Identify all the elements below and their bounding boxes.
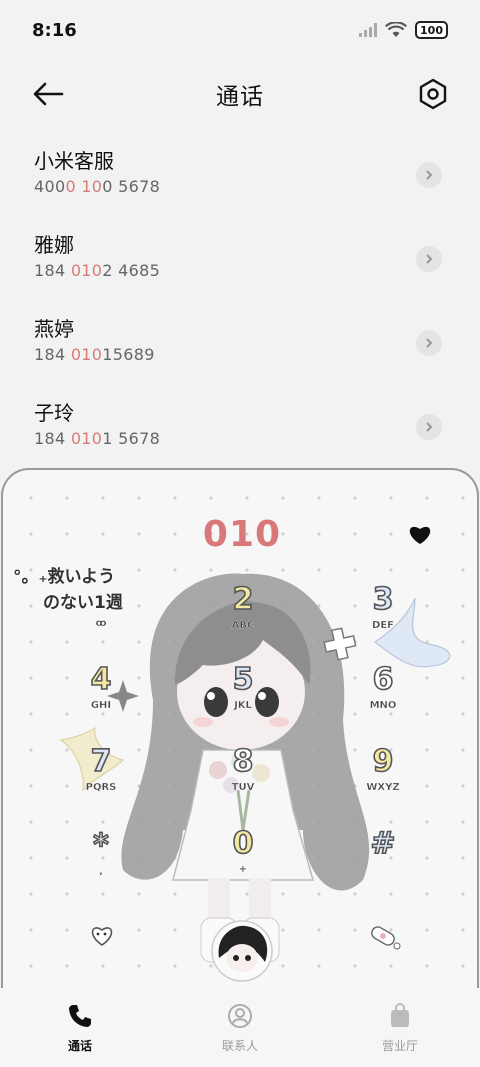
contact-name: 子玲 [34, 401, 74, 425]
call-button-avatar-icon[interactable] [209, 918, 275, 984]
contact-list: 小米客服 4000 100 5678 雅娜 184 0102 4685 燕婷 1… [0, 130, 480, 466]
contact-item[interactable]: 雅娜 184 0102 4685 [0, 214, 480, 298]
dialpad-panel: 010 °。₊救いよう のない1週 ꝏ 2 ABC 3 DEF 4 GHI 5 … [1, 468, 479, 1008]
key-5[interactable]: 5 JKL [203, 661, 283, 734]
contact-number: 184 01015689 [34, 345, 155, 364]
contact-item[interactable]: 燕婷 184 01015689 [0, 298, 480, 382]
nav-tab-store[interactable]: 营业厅 [345, 1001, 455, 1054]
chevron-right-icon [426, 338, 433, 348]
chevron-right-icon [426, 254, 433, 264]
details-chevron-button[interactable] [416, 330, 442, 356]
key-4[interactable]: 4 GHI [61, 661, 141, 734]
nav-label: 通话 [67, 1039, 92, 1053]
contacts-icon [228, 1004, 252, 1028]
key-star[interactable]: * , [61, 827, 141, 900]
key-2[interactable]: 2 ABC [203, 581, 283, 654]
contact-name: 小米客服 [34, 149, 114, 173]
contact-item[interactable]: 子玲 184 0101 5678 [0, 382, 480, 466]
page-title: 通话 [216, 84, 264, 110]
key-9[interactable]: 9 WXYZ [343, 743, 423, 816]
signal-icon [359, 23, 378, 37]
key-3[interactable]: 3 DEF [343, 581, 423, 654]
contact-name: 雅娜 [34, 233, 74, 257]
nav-label: 联系人 [221, 1039, 258, 1053]
status-icons: 100 [359, 21, 448, 39]
key-7[interactable]: 7 PQRS [61, 743, 141, 816]
header: 通话 [0, 64, 480, 124]
bag-icon [391, 1003, 409, 1027]
contact-number: 184 0102 4685 [34, 261, 161, 280]
details-chevron-button[interactable] [416, 162, 442, 188]
battery-indicator: 100 [415, 21, 448, 39]
key-hash[interactable]: # [343, 825, 423, 898]
chevron-right-icon [426, 422, 433, 432]
decor-text: °。₊救いよう のない1週 [13, 567, 123, 613]
key-0[interactable]: 0 + [203, 825, 283, 898]
key-6[interactable]: 6 MNO [343, 661, 423, 734]
heart-outline-icon[interactable] [89, 922, 115, 948]
back-arrow-icon[interactable] [30, 78, 66, 110]
status-time: 8:16 [32, 19, 77, 41]
nav-tab-contacts[interactable]: 联系人 [185, 1001, 295, 1054]
status-bar: 8:16 100 [0, 0, 480, 60]
contact-name: 燕婷 [34, 317, 74, 341]
details-chevron-button[interactable] [416, 414, 442, 440]
settings-icon[interactable] [416, 77, 450, 111]
chevron-right-icon [426, 170, 433, 180]
wifi-icon [385, 22, 407, 37]
nav-tab-calls[interactable]: 通话 [25, 1001, 135, 1054]
nav-label: 营业厅 [381, 1039, 418, 1053]
bottom-nav: 通话 联系人 营业厅 [0, 988, 480, 1067]
contact-number: 4000 100 5678 [34, 177, 161, 196]
heart-icon[interactable] [407, 522, 433, 546]
contact-number: 184 0101 5678 [34, 429, 161, 448]
details-chevron-button[interactable] [416, 246, 442, 272]
contact-item[interactable]: 小米客服 4000 100 5678 [0, 130, 480, 214]
phone-icon [69, 1005, 91, 1027]
bandage-icon[interactable] [367, 922, 401, 952]
key-8[interactable]: 8 TUV [203, 743, 283, 816]
